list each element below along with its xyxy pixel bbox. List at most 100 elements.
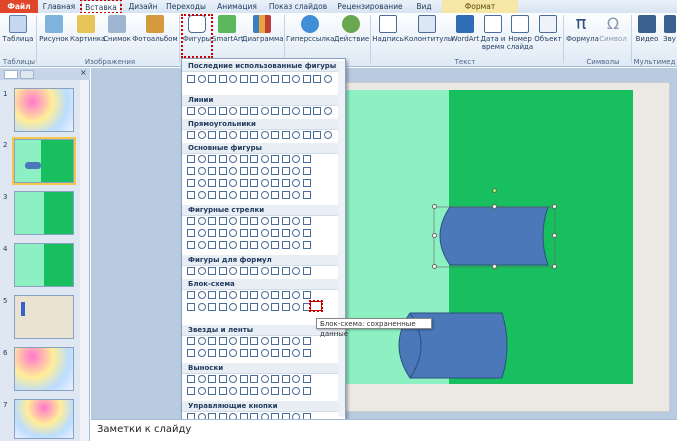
resize-handle[interactable] (432, 204, 437, 209)
shape-option[interactable] (281, 303, 290, 311)
shape-option[interactable] (260, 229, 269, 237)
shape-option[interactable] (208, 107, 216, 115)
shape-option[interactable] (302, 75, 311, 83)
shape-option[interactable] (208, 179, 216, 187)
slide-thumbnail-6[interactable] (14, 347, 74, 391)
shape-option[interactable] (260, 387, 269, 395)
shape-option[interactable] (239, 107, 248, 115)
shape-option[interactable] (187, 75, 195, 83)
shape-option[interactable] (229, 375, 237, 383)
shape-option[interactable] (260, 167, 269, 175)
shape-option[interactable] (292, 229, 300, 237)
shape-option[interactable] (197, 107, 206, 115)
shape-option[interactable] (218, 349, 227, 357)
shape-option[interactable] (281, 229, 290, 237)
shape-option[interactable] (292, 241, 300, 249)
slides-scrollbar[interactable] (80, 80, 89, 441)
shape-option[interactable] (239, 349, 248, 357)
shape-option[interactable] (323, 131, 332, 139)
shape-option[interactable] (187, 191, 195, 199)
shape-option[interactable] (292, 303, 300, 311)
shape-option[interactable] (250, 75, 258, 83)
picture-button[interactable]: Рисунок (38, 15, 70, 43)
shape-option[interactable] (260, 337, 269, 345)
shape-option[interactable] (197, 179, 206, 187)
shape-option[interactable] (302, 267, 311, 275)
shape-option[interactable] (292, 131, 300, 139)
shape-option[interactable] (197, 217, 206, 225)
shape-option[interactable] (271, 375, 279, 383)
header-footer-button[interactable]: Колонтитулы (404, 15, 453, 43)
shape-option[interactable] (302, 387, 311, 395)
shape-option[interactable] (323, 107, 332, 115)
tab-insert[interactable]: Вставка (80, 0, 122, 14)
shape-option[interactable] (187, 155, 195, 163)
shape-option[interactable] (218, 167, 227, 175)
shape-option[interactable] (271, 303, 279, 311)
table-button[interactable]: Таблица (2, 15, 34, 43)
shape-option[interactable] (281, 131, 290, 139)
shape-option[interactable] (260, 75, 269, 83)
shape-option[interactable] (323, 75, 332, 83)
shape-option[interactable] (250, 267, 258, 275)
shape-option[interactable] (229, 349, 237, 357)
rotate-handle[interactable] (492, 188, 497, 193)
shape-option[interactable] (208, 349, 216, 357)
shape-option[interactable] (250, 191, 258, 199)
shape-option[interactable] (260, 179, 269, 187)
audio-button[interactable]: Зву (662, 15, 677, 43)
shape-option[interactable] (197, 167, 206, 175)
close-icon[interactable]: × (80, 68, 87, 77)
shape-option[interactable] (292, 191, 300, 199)
shape-option[interactable] (218, 107, 227, 115)
shape-option[interactable] (218, 267, 227, 275)
shape-option[interactable] (292, 267, 300, 275)
shape-option[interactable] (239, 191, 248, 199)
shape-option[interactable] (292, 291, 300, 299)
shape-option[interactable] (239, 131, 248, 139)
shape-option[interactable] (271, 337, 279, 345)
shape-option[interactable] (302, 167, 311, 175)
shape-option[interactable] (281, 179, 290, 187)
shape-option[interactable] (271, 267, 279, 275)
shape-option[interactable] (260, 107, 269, 115)
chart-button[interactable]: Диаграмма (242, 15, 284, 43)
shape-option[interactable] (250, 229, 258, 237)
date-time-button[interactable]: Дата и время (480, 15, 506, 51)
shape-option[interactable] (250, 107, 258, 115)
tab-slideshow[interactable]: Показ слайдов (266, 0, 330, 13)
resize-handle[interactable] (552, 264, 557, 269)
shape-option[interactable] (250, 167, 258, 175)
shape-option[interactable] (260, 349, 269, 357)
textbox-button[interactable]: Надпись (372, 15, 404, 43)
shape-option[interactable] (187, 349, 195, 357)
clipart-button[interactable]: Картинка (70, 15, 105, 43)
shape-option[interactable] (292, 179, 300, 187)
shape-option[interactable] (281, 291, 290, 299)
outline-tab[interactable] (20, 70, 34, 79)
slide-thumbnail-3[interactable] (14, 191, 74, 235)
shape-option[interactable] (281, 75, 290, 83)
shape-option[interactable] (208, 267, 216, 275)
shape-option[interactable] (229, 291, 237, 299)
shape-option[interactable] (208, 167, 216, 175)
shape-option[interactable] (239, 241, 248, 249)
flowchart-stored-data-shape[interactable] (309, 300, 323, 312)
shape-option[interactable] (302, 375, 311, 383)
stored-data-shape-selected[interactable] (439, 206, 549, 266)
shape-option[interactable] (292, 387, 300, 395)
shape-option[interactable] (281, 375, 290, 383)
slide-number-button[interactable]: Номер слайда (506, 15, 534, 51)
shape-option[interactable] (239, 267, 248, 275)
shape-option[interactable] (302, 107, 311, 115)
slide-thumbnail-1[interactable] (14, 88, 74, 132)
shape-option[interactable] (197, 191, 206, 199)
shape-option[interactable] (239, 291, 248, 299)
shape-option[interactable] (197, 303, 206, 311)
shape-option[interactable] (302, 191, 311, 199)
resize-handle[interactable] (432, 264, 437, 269)
resize-handle[interactable] (492, 204, 497, 209)
shapes-button[interactable]: Фигуры (181, 14, 213, 58)
shape-option[interactable] (197, 241, 206, 249)
shape-option[interactable] (197, 337, 206, 345)
